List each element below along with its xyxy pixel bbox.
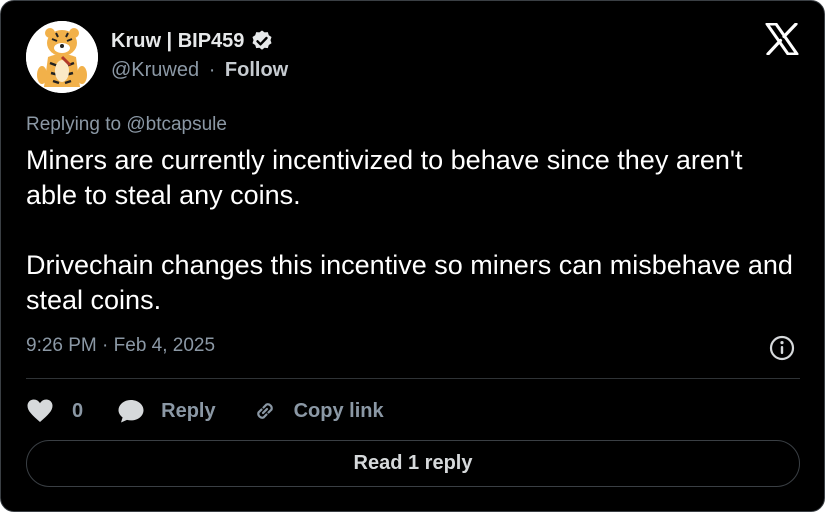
speech-bubble-icon [118,400,144,423]
tweet-actions: 0 Reply Copy link [26,396,384,426]
tweet-text: Miners are currently incentivized to beh… [26,143,796,318]
verified-badge-icon [252,30,272,50]
x-logo-icon[interactable] [765,23,799,55]
reply-label: Reply [161,399,216,422]
follow-button[interactable]: Follow [225,59,288,81]
like-count: 0 [72,399,84,422]
tweet-timestamp[interactable]: 9:26 PM · Feb 4, 2025 [26,335,215,357]
author-name-row: Kruw | BIP459 [111,29,274,53]
info-icon[interactable] [768,334,796,362]
tiger-cartoon-avatar-icon [26,21,98,93]
link-icon [256,403,273,419]
read-replies-label: Read 1 reply [353,452,473,474]
replying-to-label[interactable]: Replying to @btcapsule [26,114,227,136]
author-handle-row: @Kruwed · Follow [111,59,288,82]
copy-link-button[interactable]: Copy link [252,398,384,424]
reply-button[interactable]: Reply [117,398,216,424]
avatar[interactable] [26,21,98,93]
tweet-card: Kruw | BIP459 @Kruwed · Follow Replying … [0,0,825,512]
tweet-paragraph: Drivechain changes this incentive so min… [26,250,793,315]
divider [26,378,800,379]
tweet-paragraph: Miners are currently incentivized to beh… [26,145,743,210]
author-handle[interactable]: @Kruwed [111,59,199,81]
copy-link-label: Copy link [293,399,384,422]
read-replies-button[interactable]: Read 1 reply [26,440,800,487]
like-button[interactable]: 0 [26,398,83,424]
handle-separator: · [208,59,216,81]
heart-icon [27,399,53,422]
author-display-name[interactable]: Kruw | BIP459 [111,30,244,53]
